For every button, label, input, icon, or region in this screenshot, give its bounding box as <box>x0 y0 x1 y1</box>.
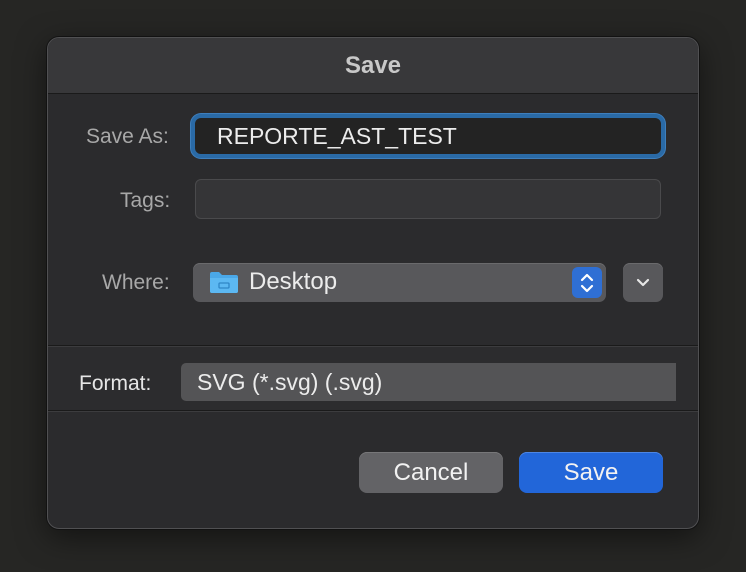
save-as-value: REPORTE_AST_TEST <box>217 122 457 149</box>
save-dialog: Save Save As: REPORTE_AST_TEST Tags: Whe… <box>47 37 699 529</box>
cancel-button[interactable]: Cancel <box>359 452 503 493</box>
chevron-down-icon <box>636 278 650 286</box>
save-as-input[interactable]: REPORTE_AST_TEST <box>191 114 665 158</box>
where-label: Where: <box>102 271 170 294</box>
tags-label: Tags: <box>120 189 171 212</box>
where-stepper[interactable] <box>572 267 602 298</box>
format-label: Format: <box>79 372 152 395</box>
divider-bottom <box>48 410 698 412</box>
expand-browser-button[interactable] <box>623 263 663 302</box>
save-as-label: Save As: <box>86 125 169 148</box>
tags-input[interactable] <box>195 179 661 219</box>
dialog-title: Save <box>48 38 698 94</box>
save-button[interactable]: Save <box>519 452 663 493</box>
format-value: SVG (*.svg) (.svg) <box>197 368 383 395</box>
format-select[interactable]: SVG (*.svg) (.svg) <box>181 363 676 401</box>
folder-icon <box>210 272 238 293</box>
where-select[interactable]: Desktop <box>193 263 606 302</box>
chevron-updown-icon <box>580 273 594 292</box>
where-value: Desktop <box>249 268 338 295</box>
